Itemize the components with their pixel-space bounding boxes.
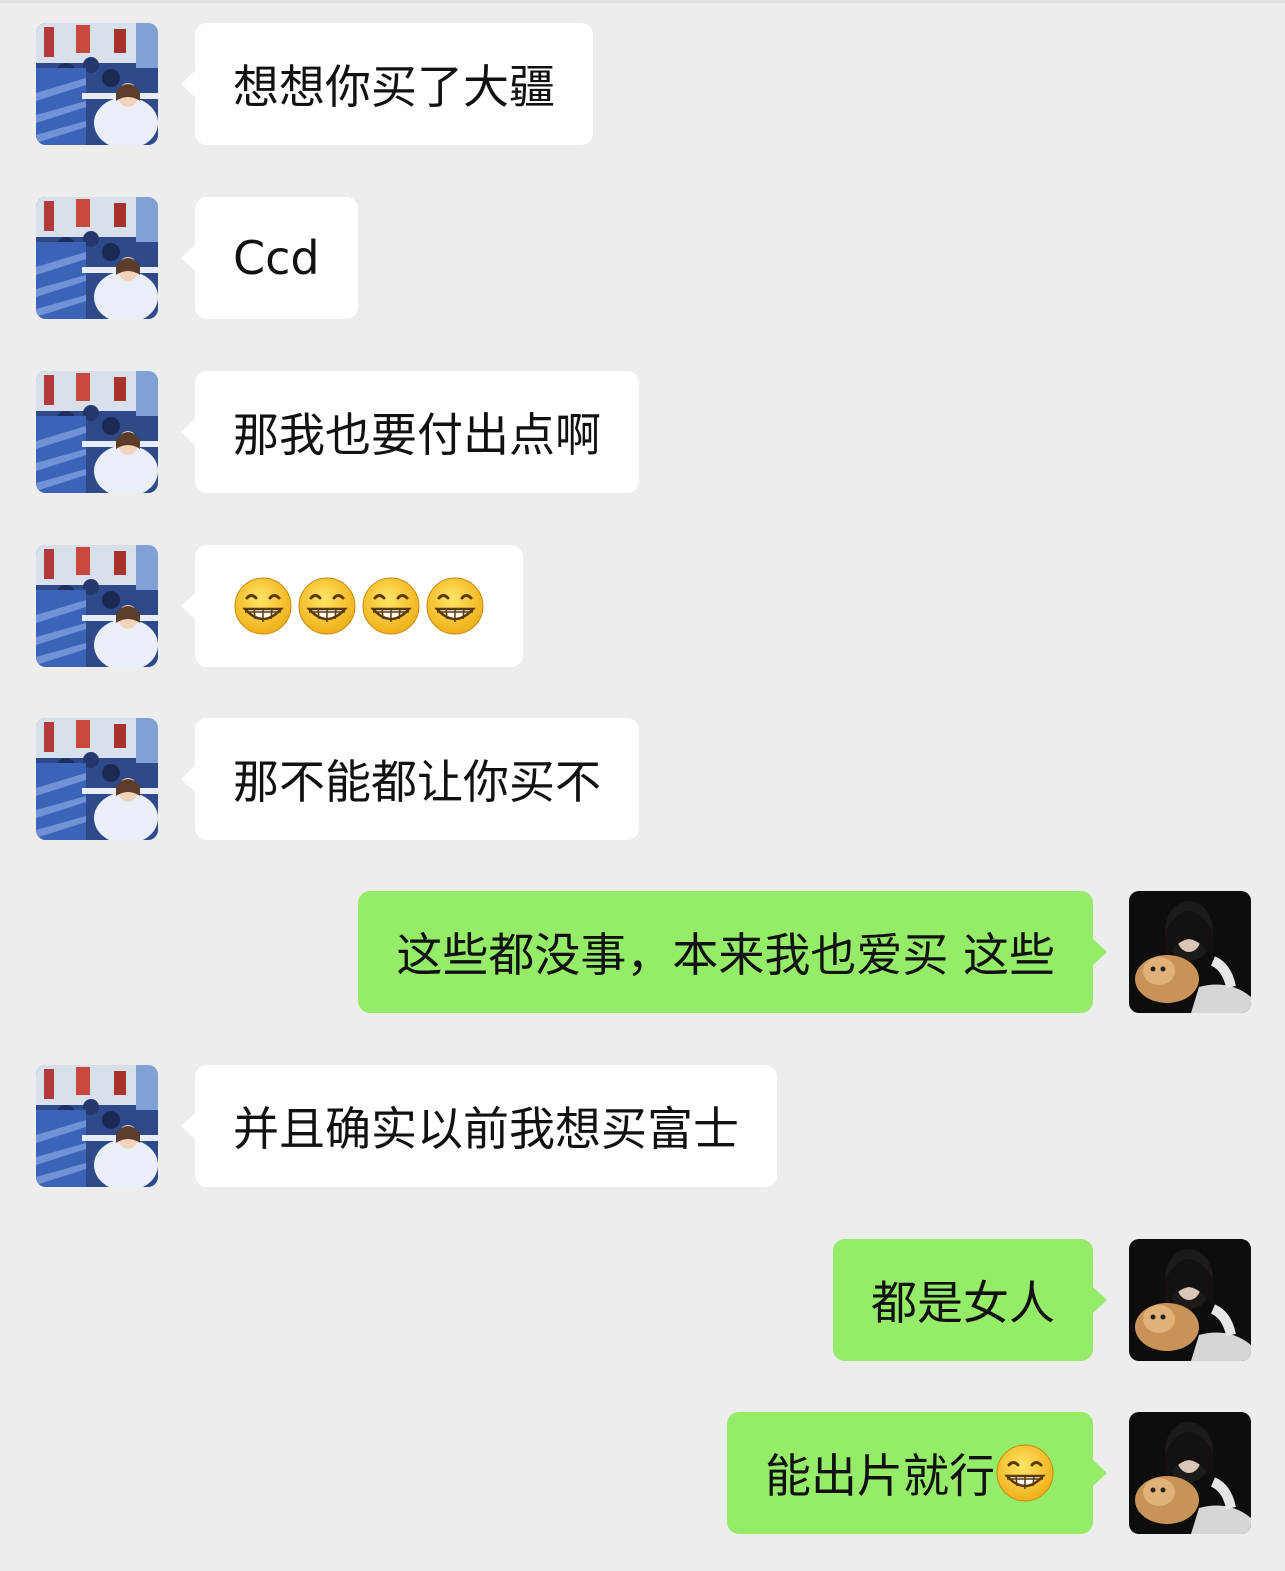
grinning-face-icon <box>995 1443 1055 1503</box>
message-row <box>0 545 1285 667</box>
message-bubble[interactable]: 能出片就行 <box>727 1412 1107 1534</box>
message-row: 能出片就行 <box>0 1412 1285 1534</box>
message-row: 想想你买了大疆 <box>0 23 1285 145</box>
message-text: Ccd <box>233 231 320 285</box>
message-text: 那我也要付出点啊 <box>233 408 601 462</box>
message-bubble[interactable]: Ccd <box>181 197 358 319</box>
grinning-face-icon <box>425 576 485 636</box>
grinning-face-icon <box>233 576 293 636</box>
message-bubble[interactable] <box>181 545 523 667</box>
message-text: 能出片就行 <box>765 1449 995 1503</box>
chat-thread[interactable]: 想想你买了大疆 Ccd 那我也要付出点啊 那不能都让你买不 这些都没事，本来我也… <box>0 0 1285 1571</box>
contact-avatar[interactable] <box>36 1065 158 1187</box>
message-bubble[interactable]: 那我也要付出点啊 <box>181 371 639 493</box>
contact-avatar[interactable] <box>36 23 158 145</box>
message-row: 并且确实以前我想买富士 <box>0 1065 1285 1187</box>
contact-avatar[interactable] <box>36 197 158 319</box>
contact-avatar[interactable] <box>36 545 158 667</box>
message-bubble[interactable]: 那不能都让你买不 <box>181 718 639 840</box>
message-bubble[interactable]: 都是女人 <box>833 1239 1107 1361</box>
message-row: 都是女人 <box>0 1239 1285 1361</box>
message-text: 并且确实以前我想买富士 <box>233 1102 739 1156</box>
message-text: 那不能都让你买不 <box>233 755 601 809</box>
message-text: 想想你买了大疆 <box>233 60 555 114</box>
message-bubble[interactable]: 并且确实以前我想买富士 <box>181 1065 777 1187</box>
message-row: 这些都没事，本来我也爱买 这些 <box>0 891 1285 1013</box>
contact-avatar[interactable] <box>36 718 158 840</box>
self-avatar[interactable] <box>1129 1239 1251 1361</box>
grinning-face-icon <box>361 576 421 636</box>
grinning-face-icon <box>297 576 357 636</box>
contact-avatar[interactable] <box>36 371 158 493</box>
self-avatar[interactable] <box>1129 1412 1251 1534</box>
message-row: Ccd <box>0 197 1285 319</box>
message-text: 这些都没事，本来我也爱买 这些 <box>396 928 1055 982</box>
message-bubble[interactable]: 想想你买了大疆 <box>181 23 593 145</box>
message-bubble[interactable]: 这些都没事，本来我也爱买 这些 <box>358 891 1107 1013</box>
message-row: 那我也要付出点啊 <box>0 371 1285 493</box>
message-row: 那不能都让你买不 <box>0 718 1285 840</box>
self-avatar[interactable] <box>1129 891 1251 1013</box>
message-text: 都是女人 <box>871 1276 1055 1330</box>
